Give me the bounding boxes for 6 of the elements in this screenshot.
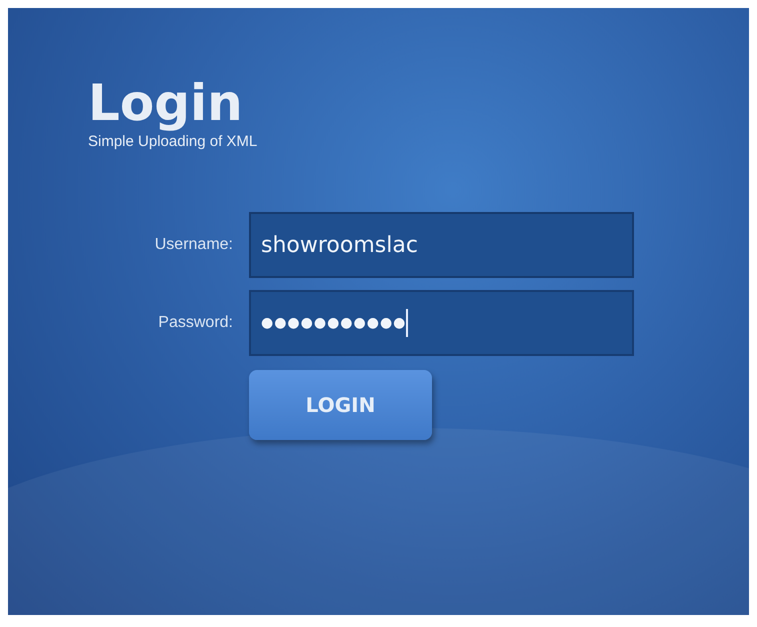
login-title: Login — [88, 76, 243, 131]
login-subtitle: Simple Uploading of XML — [88, 133, 258, 150]
password-field[interactable]: ●●●●●●●●●●● — [249, 290, 634, 356]
field-label: Password: — [158, 314, 233, 332]
username-field[interactable]: showroomslac — [249, 212, 634, 278]
field-label: Username: — [154, 236, 233, 254]
